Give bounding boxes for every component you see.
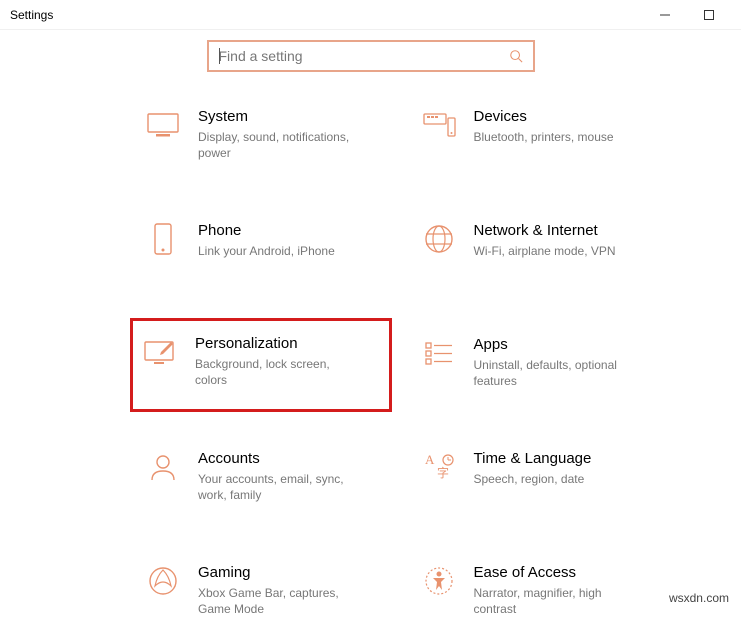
ease-of-access-icon [422, 564, 456, 598]
tile-desc: Bluetooth, printers, mouse [474, 129, 644, 145]
tile-time-language[interactable]: A字 Time & Language Speech, region, date [416, 444, 662, 514]
watermark: wsxdn.com [669, 591, 729, 605]
search-area [0, 30, 741, 102]
network-icon [422, 222, 456, 256]
tile-title: Accounts [198, 450, 368, 467]
tile-title: Personalization [195, 335, 365, 352]
svg-text:字: 字 [437, 465, 449, 480]
search-input[interactable] [219, 48, 509, 64]
apps-icon [422, 336, 456, 370]
tile-phone[interactable]: Phone Link your Android, iPhone [140, 216, 386, 286]
tile-title: Apps [474, 336, 644, 353]
tile-title: Phone [198, 222, 368, 239]
minimize-button[interactable] [643, 0, 687, 30]
tile-desc: Wi-Fi, airplane mode, VPN [474, 243, 644, 259]
phone-icon [146, 222, 180, 256]
tile-text: Devices Bluetooth, printers, mouse [474, 108, 644, 145]
tile-desc: Your accounts, email, sync, work, family [198, 471, 368, 503]
tile-accounts[interactable]: Accounts Your accounts, email, sync, wor… [140, 444, 386, 514]
tile-title: Devices [474, 108, 644, 125]
maximize-button[interactable] [687, 0, 731, 30]
system-icon [146, 108, 180, 142]
tile-apps[interactable]: Apps Uninstall, defaults, optional featu… [416, 330, 662, 400]
tile-text: Time & Language Speech, region, date [474, 450, 644, 487]
tile-text: Network & Internet Wi-Fi, airplane mode,… [474, 222, 644, 259]
svg-text:A: A [425, 452, 435, 467]
tile-gaming[interactable]: Gaming Xbox Game Bar, captures, Game Mod… [140, 558, 386, 628]
time-language-icon: A字 [422, 450, 456, 484]
tile-text: Gaming Xbox Game Bar, captures, Game Mod… [198, 564, 368, 617]
tile-desc: Link your Android, iPhone [198, 243, 368, 259]
personalization-icon [143, 335, 177, 369]
settings-grid: System Display, sound, notifications, po… [0, 102, 741, 628]
tile-title: Time & Language [474, 450, 644, 467]
tile-system[interactable]: System Display, sound, notifications, po… [140, 102, 386, 172]
tile-desc: Uninstall, defaults, optional features [474, 357, 644, 389]
window-controls [643, 0, 741, 30]
tile-network[interactable]: Network & Internet Wi-Fi, airplane mode,… [416, 216, 662, 286]
tile-desc: Speech, region, date [474, 471, 644, 487]
tile-desc: Background, lock screen, colors [195, 356, 365, 388]
tile-title: Network & Internet [474, 222, 644, 239]
devices-icon [422, 108, 456, 142]
tile-desc: Display, sound, notifications, power [198, 129, 368, 161]
text-cursor [219, 48, 220, 64]
tile-text: Phone Link your Android, iPhone [198, 222, 368, 259]
tile-text: System Display, sound, notifications, po… [198, 108, 368, 161]
tile-personalization[interactable]: Personalization Background, lock screen,… [130, 318, 392, 412]
search-box[interactable] [207, 40, 535, 72]
gaming-icon [146, 564, 180, 598]
maximize-icon [704, 10, 714, 20]
tile-text: Apps Uninstall, defaults, optional featu… [474, 336, 644, 389]
titlebar: Settings [0, 0, 741, 30]
tile-text: Accounts Your accounts, email, sync, wor… [198, 450, 368, 503]
tile-title: System [198, 108, 368, 125]
tile-text: Personalization Background, lock screen,… [195, 335, 365, 388]
window-title: Settings [10, 8, 53, 22]
tile-title: Ease of Access [474, 564, 644, 581]
tile-devices[interactable]: Devices Bluetooth, printers, mouse [416, 102, 662, 172]
tile-text: Ease of Access Narrator, magnifier, high… [474, 564, 644, 617]
tile-title: Gaming [198, 564, 368, 581]
search-icon [509, 49, 523, 63]
minimize-icon [660, 10, 670, 20]
close-button[interactable] [731, 0, 741, 30]
accounts-icon [146, 450, 180, 484]
tile-ease-of-access[interactable]: Ease of Access Narrator, magnifier, high… [416, 558, 662, 628]
